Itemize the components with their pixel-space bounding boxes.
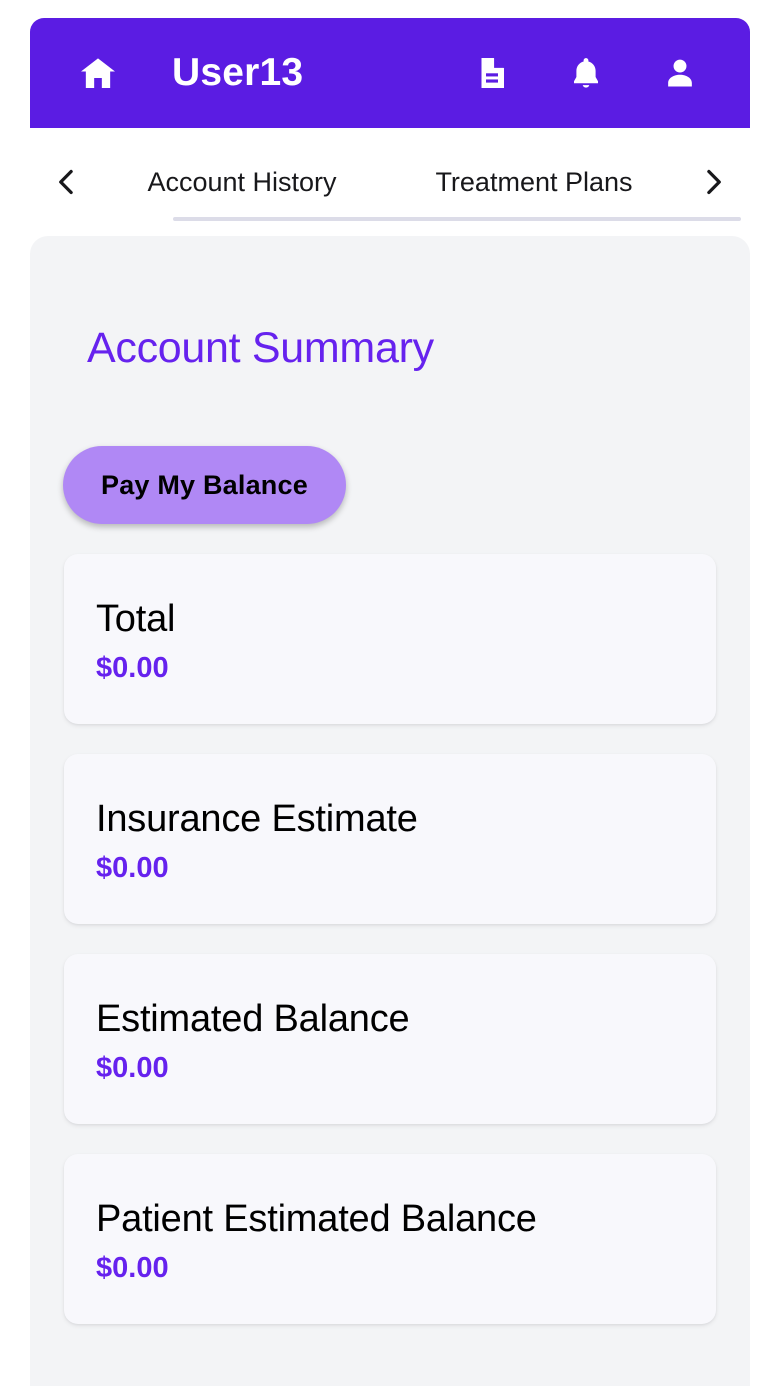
page-title-user: User13 — [172, 51, 304, 94]
bell-icon[interactable] — [564, 51, 608, 95]
card-label: Total — [96, 598, 176, 640]
card-label: Insurance Estimate — [96, 798, 418, 840]
header-actions — [470, 51, 706, 95]
app-screen: User13 Account History Treatment Plans A… — [0, 0, 780, 1386]
card-label: Estimated Balance — [96, 998, 410, 1040]
card-value: $0.00 — [96, 1052, 169, 1084]
person-icon[interactable] — [658, 51, 702, 95]
page-title: Account Summary — [87, 324, 434, 372]
tab-bar: Account History Treatment Plans — [30, 128, 750, 236]
summary-card-patient-estimated-balance[interactable]: Patient Estimated Balance $0.00 — [64, 1154, 716, 1324]
summary-card-estimated-balance[interactable]: Estimated Balance $0.00 — [64, 954, 716, 1124]
card-value: $0.00 — [96, 852, 169, 884]
pay-my-balance-button[interactable]: Pay My Balance — [63, 446, 346, 524]
summary-card-list: Total $0.00 Insurance Estimate $0.00 Est… — [64, 554, 716, 1324]
home-icon[interactable] — [76, 51, 120, 95]
tab-underline — [173, 217, 741, 221]
card-value: $0.00 — [96, 1252, 169, 1284]
card-value: $0.00 — [96, 652, 169, 684]
document-icon[interactable] — [470, 51, 514, 95]
content-area: Account Summary Pay My Balance Total $0.… — [30, 236, 750, 1386]
app-header: User13 — [30, 18, 750, 128]
summary-card-insurance-estimate[interactable]: Insurance Estimate $0.00 — [64, 754, 716, 924]
summary-card-total[interactable]: Total $0.00 — [64, 554, 716, 724]
chevron-left-icon[interactable] — [36, 128, 98, 236]
header-left-group: User13 — [76, 51, 470, 95]
card-label: Patient Estimated Balance — [96, 1198, 537, 1240]
tab-list: Account History Treatment Plans — [98, 128, 741, 236]
